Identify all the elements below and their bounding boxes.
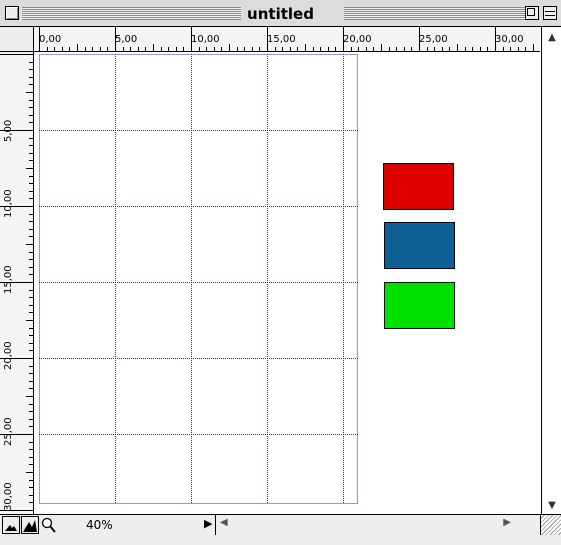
horizontal-ruler: 0,00 5,00 10,00 15,00 20,00 25,00 30,00 <box>34 27 540 52</box>
ruler-label: 5,00 <box>3 119 14 142</box>
resize-grip[interactable] <box>540 515 561 535</box>
ruler-label: 25,00 <box>3 417 14 446</box>
ruler-label: 30,00 <box>495 34 524 45</box>
mountain-large-icon[interactable] <box>21 516 39 534</box>
zoom-box[interactable] <box>525 6 539 20</box>
ruler-label: 20,00 <box>3 341 14 370</box>
drawing-canvas[interactable] <box>34 52 540 514</box>
page-boundary <box>39 54 358 504</box>
zoom-popup-arrow-icon[interactable]: ▶ <box>204 517 212 530</box>
mountain-small-icon[interactable] <box>2 516 20 534</box>
scroll-down-arrow[interactable]: ▼ <box>542 497 561 515</box>
ruler-label: 10,00 <box>3 189 14 218</box>
green-swatch[interactable] <box>384 282 455 329</box>
collapse-box[interactable] <box>543 6 557 20</box>
ruler-label: 0,00 <box>39 34 62 45</box>
vertical-ruler: 5,00 10,00 15,00 20,00 25,00 30,00 <box>0 52 34 514</box>
horizontal-scrollbar[interactable]: ◀ ▶ <box>215 515 541 535</box>
status-bar: 40% ▶ ◀ ▶ <box>0 514 561 545</box>
document-window: untitled 0,00 5,00 10,00 15,00 20,00 25,… <box>0 0 561 545</box>
magnifier-icon[interactable] <box>41 517 56 533</box>
ruler-label: 30,00 <box>3 482 14 511</box>
mountain-buttons <box>2 516 56 534</box>
zoom-level-field[interactable]: 40% ▶ <box>62 517 212 533</box>
vertical-scrollbar[interactable]: ▲ ▼ <box>541 27 561 514</box>
scroll-right-arrow[interactable]: ▶ <box>503 517 511 528</box>
ruler-label: 15,00 <box>267 34 296 45</box>
ruler-label: 5,00 <box>115 34 138 45</box>
ruler-corner[interactable] <box>0 27 34 52</box>
window-title-text: untitled <box>241 5 320 23</box>
window-title: untitled <box>0 5 561 23</box>
title-bar[interactable]: untitled <box>0 0 561 27</box>
scroll-left-arrow[interactable]: ◀ <box>220 517 228 528</box>
ruler-label: 10,00 <box>191 34 220 45</box>
red-swatch[interactable] <box>383 163 454 210</box>
page-grid <box>39 54 455 504</box>
blue-swatch[interactable] <box>384 222 455 269</box>
ruler-label: 20,00 <box>343 34 372 45</box>
ruler-label: 15,00 <box>3 265 14 294</box>
zoom-level-value: 40% <box>86 518 113 532</box>
scroll-up-arrow[interactable]: ▲ <box>542 29 561 47</box>
ruler-label: 25,00 <box>419 34 448 45</box>
